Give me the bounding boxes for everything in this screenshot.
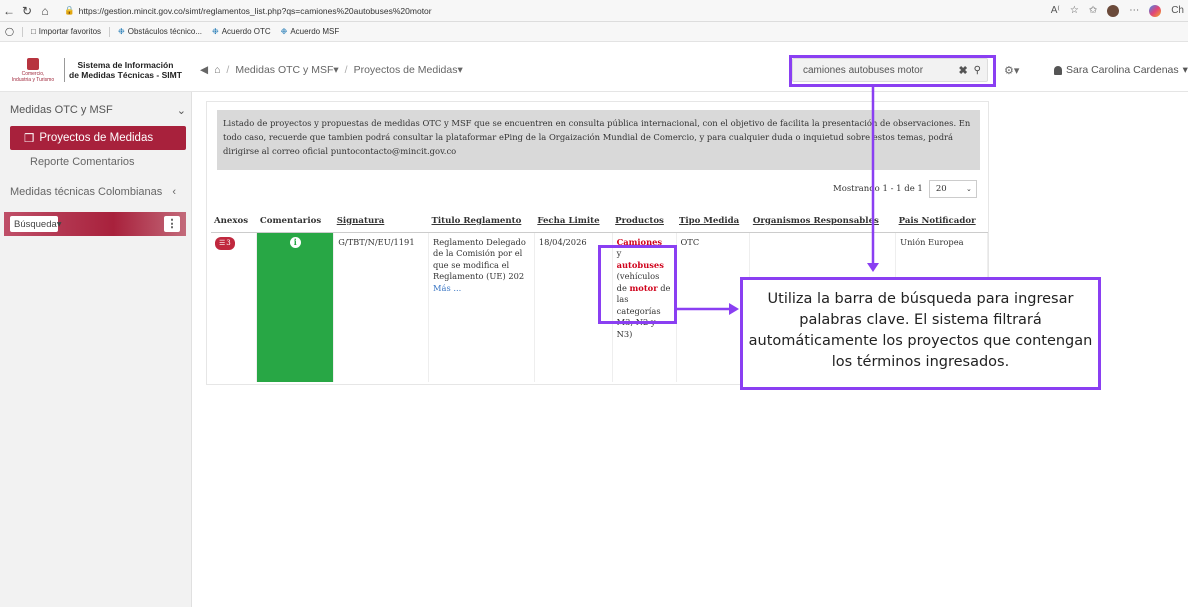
busqueda-bar: Búsqueda ▾ ⋮ [4,212,186,236]
user-name: Sara Carolina Cardenas [1066,64,1179,76]
cell-anexos: ☰ 3 [211,232,258,382]
col-productos[interactable]: Productos [612,210,676,233]
wto-icon: ❉ [280,27,288,36]
cell-titulo: Reglamento Delegado de la Comisión por e… [428,232,535,382]
home-icon[interactable]: ⌂ [36,4,54,18]
settings-gear-icon[interactable]: ⚙▾ [1004,64,1019,77]
app-header: Comercio, Industria y Turismo Sistema de… [0,48,1188,92]
sidebar-item-reporte[interactable]: Reporte Comentarios [30,156,135,168]
refresh-icon[interactable]: ↻ [18,4,36,18]
fav-acuerdo-otc[interactable]: ❉ Acuerdo OTC [207,27,276,36]
chevron-down-icon: ⌄ [965,185,972,193]
page-size-select[interactable]: 20 ⌄ [928,180,977,198]
kebab-menu-icon[interactable]: ⋮ [164,216,180,232]
cell-signatura: G/TBT/N/EU/1191 [333,232,430,382]
col-signatura[interactable]: Signatura [333,210,429,233]
col-organismos[interactable]: Organismos Responsables [749,210,896,233]
info-comment-icon[interactable]: i [289,236,301,248]
col-comentarios: Comentarios [256,210,334,233]
info-notice: Listado de proyectos y propuestas de med… [217,110,980,170]
table-header-row: Anexos Comentarios Signatura Titulo Regl… [211,210,988,233]
read-aloud-icon[interactable]: A⁽ [1051,5,1060,16]
chevron-left-icon: ‹ [172,186,176,198]
breadcrumb: ◀ ⌂ / Medidas OTC y MSF▾ / Proyectos de … [200,64,463,76]
mas-link[interactable]: Más ... [433,283,461,293]
highlight-productos [598,245,677,324]
lock-icon: 🔒 [64,5,75,15]
app-logo[interactable]: Comercio, Industria y Turismo Sistema de… [6,54,194,86]
breadcrumb-proyectos[interactable]: Proyectos de Medidas▾ [354,64,463,76]
favorite-star-icon[interactable]: ☆ [1070,5,1079,16]
address-bar[interactable]: 🔒 https://gestion.mincit.gov.co/simt/reg… [58,3,438,19]
browser-toolbar: ← ↻ ⌂ 🔒 https://gestion.mincit.gov.co/si… [0,0,1188,22]
sidebar-section-colombianas[interactable]: Medidas técnicas Colombianas ‹ [10,186,186,198]
fav-import[interactable]: □ Importar favoritos [26,27,106,36]
collapse-sidebar-icon[interactable]: ◀ [200,64,208,76]
sidebar-section-otc-msf[interactable]: Medidas OTC y MSF ⌄ [10,104,186,117]
cell-comentarios: i [256,232,335,382]
col-tipo[interactable]: Tipo Medida [676,210,750,233]
user-menu[interactable]: Sara Carolina Cardenas ▾ [1054,64,1188,76]
profile-avatar[interactable] [1107,4,1120,17]
chevron-down-icon: ▾ [1182,64,1188,76]
highlight-search-box [789,55,996,87]
folder-icon: □ [30,27,36,36]
col-pais[interactable]: Pais Notificador [895,210,988,233]
system-title: Sistema de Información de Medidas Técnic… [69,60,182,80]
home-breadcrumb-icon[interactable]: ⌂ [214,64,220,76]
fav-obstaculos[interactable]: ❉ Obstáculos técnico... [113,27,207,36]
pagination-info: Mostrando 1 - 1 de 1 20 ⌄ [833,180,977,198]
document-icon: ❒ [24,133,35,145]
col-anexos: Anexos [211,210,257,233]
crest-icon [27,57,39,70]
sidebar-item-proyectos[interactable]: ❒ Proyectos de Medidas [10,126,186,150]
url-text: https://gestion.mincit.gov.co/simt/regla… [78,5,432,16]
anexos-badge[interactable]: ☰ 3 [215,236,235,250]
favorites-bar: ◯ □ Importar favoritos ❉ Obstáculos técnic… [0,22,1188,42]
browser-right-partial: Ch [1171,5,1184,16]
copilot-icon[interactable] [1149,4,1162,17]
wto-icon: ❉ [118,27,125,36]
chevron-down-icon: ⌄ [176,105,186,117]
ministry-logo: Comercio, Industria y Turismo [6,57,60,83]
busqueda-dropdown[interactable]: Búsqueda ▾ [10,216,62,232]
user-icon [1054,65,1062,75]
favorites-toggle-icon[interactable]: ◯ [0,27,19,36]
col-fecha[interactable]: Fecha Limite [534,210,613,233]
annotation-callout: Utiliza la barra de búsqueda para ingres… [740,277,1101,390]
fav-acuerdo-msf[interactable]: ❉ Acuerdo MSF [276,27,345,36]
cell-tipo: OTC [676,232,751,382]
list-icon: ☰ [219,238,226,247]
more-icon[interactable]: ⋯ [1129,5,1139,16]
breadcrumb-otc-msf[interactable]: Medidas OTC y MSF▾ [235,64,338,76]
sidebar: Medidas OTC y MSF ⌄ ❒ Proyectos de Medid… [0,92,192,607]
favorites-icon[interactable]: ✩ [1089,5,1097,16]
col-titulo[interactable]: Titulo Reglamento [428,210,535,233]
back-icon[interactable]: ← [0,4,18,18]
wto-icon: ❉ [212,27,219,36]
